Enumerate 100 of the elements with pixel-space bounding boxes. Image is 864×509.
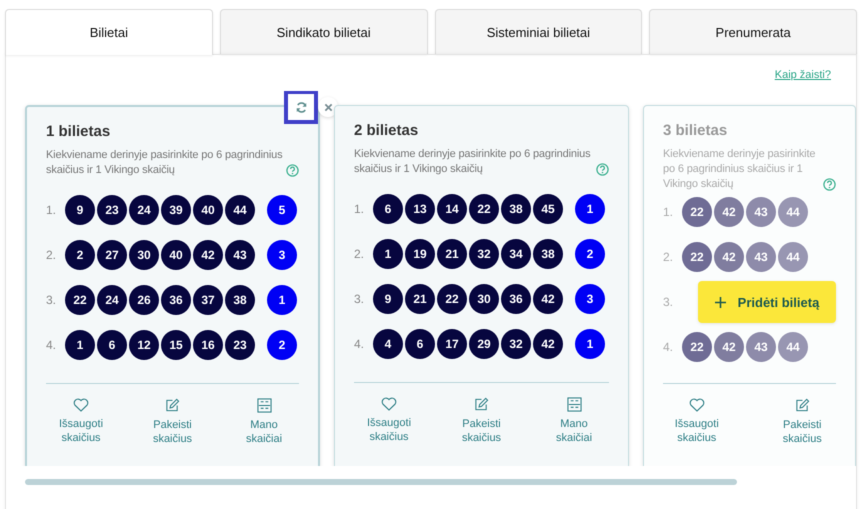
number-ball[interactable]: 22 <box>437 284 467 314</box>
ticket-action[interactable]: Pakeisti skaičius <box>138 398 208 446</box>
number-ball[interactable]: 16 <box>193 330 223 360</box>
number-ball[interactable]: 38 <box>501 194 531 224</box>
number-ball[interactable]: 24 <box>129 195 159 225</box>
horizontal-scrollbar[interactable] <box>25 479 737 485</box>
row-number: 4. <box>354 337 366 351</box>
number-ball[interactable]: 22 <box>469 194 499 224</box>
number-ball[interactable]: 15 <box>161 330 191 360</box>
number-ball[interactable]: 22 <box>682 332 712 362</box>
row-number: 2. <box>663 250 674 264</box>
help-icon[interactable] <box>596 163 609 176</box>
ticket-title: 2 bilietas <box>354 122 420 139</box>
number-ball[interactable]: 9 <box>373 284 403 314</box>
number-ball[interactable]: 21 <box>437 239 467 269</box>
number-grid-icon <box>566 397 582 412</box>
pencil-icon <box>794 398 810 413</box>
number-ball[interactable]: 32 <box>469 239 499 269</box>
number-ball[interactable]: 43 <box>225 240 255 270</box>
ticket-description: Kiekviename derinyje pasirinkite po 6 pagrindinius skaičius ir 1 Vikingo skaičių <box>354 147 592 177</box>
number-ball[interactable]: 12 <box>129 330 159 360</box>
ticket-action[interactable]: Išsaugoti skaičius <box>663 398 730 446</box>
bonus-ball[interactable]: 3 <box>267 240 297 270</box>
row-number: 3. <box>354 292 366 306</box>
number-ball[interactable]: 17 <box>437 329 467 359</box>
number-ball[interactable]: 6 <box>373 194 403 224</box>
number-ball[interactable]: 42 <box>533 329 563 359</box>
number-ball[interactable]: 42 <box>714 332 744 362</box>
number-ball[interactable]: 38 <box>533 239 563 269</box>
bonus-ball[interactable]: 1 <box>575 329 605 359</box>
row-number: 4. <box>46 338 58 352</box>
number-ball[interactable]: 6 <box>405 329 435 359</box>
number-ball[interactable]: 14 <box>437 194 467 224</box>
ticket-action[interactable]: Mano skaičiai <box>539 397 609 445</box>
number-ball[interactable]: 37 <box>193 285 223 315</box>
number-ball[interactable]: 38 <box>225 285 255 315</box>
ticket-action[interactable]: Išsaugoti skaičius <box>46 398 116 446</box>
number-ball[interactable]: 42 <box>714 197 744 227</box>
number-ball[interactable]: 29 <box>469 329 499 359</box>
number-ball[interactable]: 22 <box>682 197 712 227</box>
number-ball[interactable]: 40 <box>193 195 223 225</box>
number-ball[interactable]: 40 <box>161 240 191 270</box>
number-ball[interactable]: 26 <box>129 285 159 315</box>
bonus-ball[interactable]: 1 <box>575 194 605 224</box>
bonus-ball[interactable]: 1 <box>267 285 297 315</box>
ticket-action[interactable]: Pakeisti skaičius <box>446 397 516 445</box>
bonus-ball[interactable]: 2 <box>267 330 297 360</box>
tab[interactable]: Sisteminiai bilietai <box>434 9 642 54</box>
ticket-action[interactable]: Pakeisti skaičius <box>768 398 836 446</box>
number-ball[interactable]: 32 <box>501 329 531 359</box>
number-ball[interactable]: 23 <box>97 195 127 225</box>
help-icon[interactable] <box>286 164 299 177</box>
number-ball[interactable]: 21 <box>405 284 435 314</box>
number-ball[interactable]: 19 <box>405 239 435 269</box>
refresh-button[interactable] <box>284 91 318 124</box>
number-ball[interactable]: 9 <box>65 195 95 225</box>
ticket-action[interactable]: Mano skaičiai <box>229 398 299 446</box>
ticket-description: Kiekviename derinyje pasirinkite po 6 pagrindinius skaičius ir 1 Vikingo skaičių <box>46 148 284 178</box>
row-number: 3. <box>46 293 58 307</box>
number-ball[interactable]: 39 <box>161 195 191 225</box>
number-ball[interactable]: 24 <box>97 285 127 315</box>
number-ball[interactable]: 2 <box>65 240 95 270</box>
number-ball[interactable]: 42 <box>533 284 563 314</box>
number-ball[interactable]: 22 <box>682 242 712 272</box>
bonus-ball[interactable]: 3 <box>575 284 605 314</box>
number-ball[interactable]: 23 <box>225 330 255 360</box>
ticket-description: Kiekviename derinyje pasirinkite po 6 pagrindinius skaičius ir 1 Vikingo skaičių <box>663 147 816 192</box>
number-ball[interactable]: 42 <box>714 242 744 272</box>
close-button[interactable] <box>318 97 338 117</box>
number-ball[interactable]: 13 <box>405 194 435 224</box>
help-icon[interactable] <box>823 178 836 191</box>
number-ball[interactable]: 34 <box>501 239 531 269</box>
number-ball[interactable]: 22 <box>65 285 95 315</box>
number-ball[interactable]: 4 <box>373 329 403 359</box>
refresh-icon <box>294 100 308 114</box>
heart-icon <box>381 397 397 411</box>
tab[interactable]: Prenumerata <box>649 9 857 54</box>
ticket-action[interactable]: Išsaugoti skaičius <box>354 397 424 445</box>
number-ball[interactable]: 1 <box>373 239 403 269</box>
bonus-ball[interactable]: 5 <box>267 195 297 225</box>
number-ball[interactable]: 42 <box>193 240 223 270</box>
tab[interactable]: Bilietai <box>5 9 213 55</box>
tab[interactable]: Sindikato bilietai <box>220 9 428 54</box>
number-ball[interactable]: 6 <box>97 330 127 360</box>
number-ball[interactable]: 36 <box>501 284 531 314</box>
row-number: 1. <box>354 202 366 216</box>
row-number: 2. <box>46 248 58 262</box>
number-ball[interactable]: 27 <box>97 240 127 270</box>
number-ball[interactable]: 30 <box>469 284 499 314</box>
ticket-title: 3 bilietas <box>663 122 728 139</box>
number-ball[interactable]: 1 <box>65 330 95 360</box>
bonus-ball[interactable]: 2 <box>575 239 605 269</box>
heart-icon <box>688 398 705 412</box>
row-number: 2. <box>354 247 366 261</box>
number-ball[interactable]: 36 <box>161 285 191 315</box>
number-ball[interactable]: 30 <box>129 240 159 270</box>
row-number: 1. <box>663 205 674 219</box>
add-ticket-button[interactable]: Pridėti bilietą <box>698 281 836 323</box>
number-ball[interactable]: 45 <box>533 194 563 224</box>
number-ball[interactable]: 44 <box>225 195 255 225</box>
